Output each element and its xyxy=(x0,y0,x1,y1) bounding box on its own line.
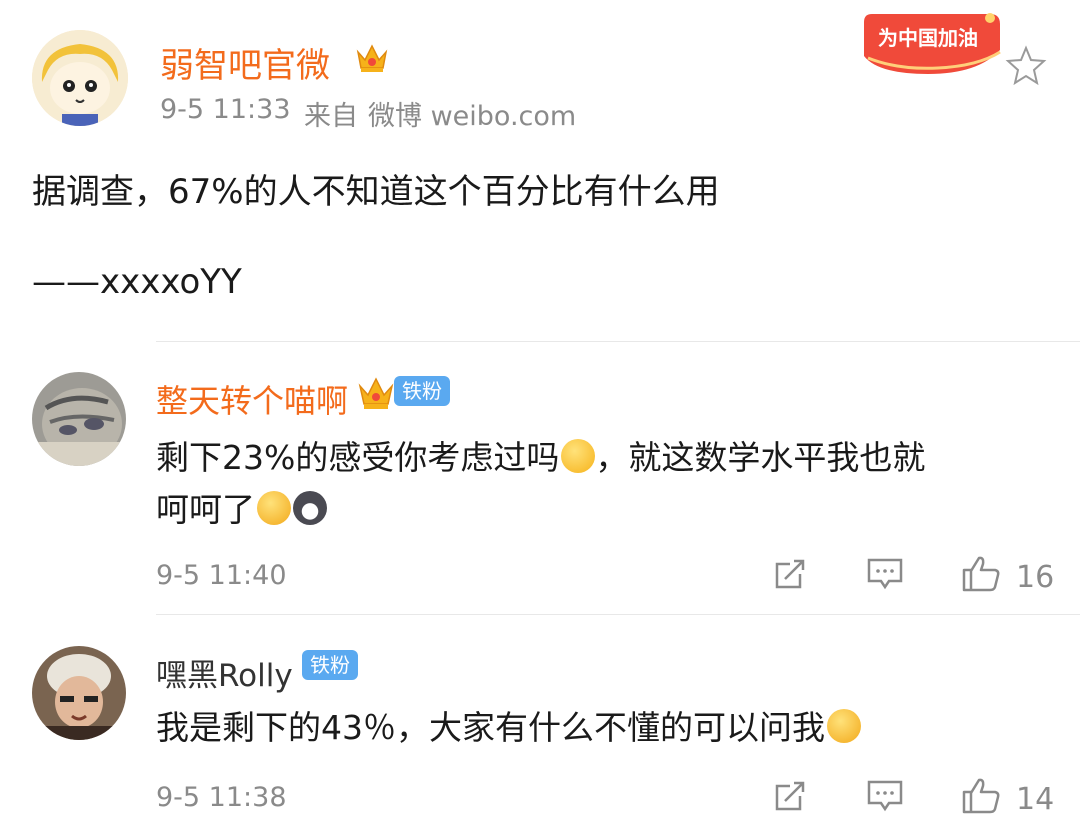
like-count: 16 xyxy=(1016,560,1055,595)
post-signature: ——xxxxoYY xyxy=(32,262,242,302)
comment-avatar[interactable] xyxy=(32,646,126,740)
fan-badge: 铁粉 xyxy=(302,650,358,680)
comment-time: 9-5 11:40 xyxy=(156,560,287,591)
comment-text: 剩下23%的感受你考虑过吗 ，就这数学水平我也就 呵呵了 xyxy=(156,432,1056,536)
share-icon[interactable] xyxy=(772,778,808,818)
comment-icon[interactable] xyxy=(866,556,904,596)
post-source-prefix: 来自 xyxy=(304,101,358,132)
comment-text-part: 呵呵了 xyxy=(156,490,255,529)
post-author-name[interactable]: 弱智吧官微 xyxy=(160,38,330,87)
cheer-banner[interactable]: 为中国加油 xyxy=(858,8,1008,80)
like-icon[interactable] xyxy=(960,552,1002,598)
like-icon[interactable] xyxy=(960,774,1002,820)
comment-text-part: ，就这数学水平我也就 xyxy=(595,438,926,477)
favorite-star-icon[interactable] xyxy=(1004,44,1048,92)
comment-author-name[interactable]: 嘿黑Rolly xyxy=(156,650,293,695)
author-avatar[interactable] xyxy=(32,30,128,126)
post-time: 9-5 11:33 xyxy=(160,94,291,125)
comment-time: 9-5 11:38 xyxy=(156,782,287,813)
smile-emoji-icon xyxy=(561,439,596,473)
divider xyxy=(156,341,1080,342)
comment-text-part: 剩下23%的感受你考虑过吗 xyxy=(156,438,560,477)
comment-text: 我是剩下的43％，大家有什么不懂的可以问我 xyxy=(156,702,1056,754)
share-icon[interactable] xyxy=(772,556,808,596)
crown-icon xyxy=(356,374,396,416)
thinking-emoji-icon xyxy=(257,491,291,525)
husky-emoji-icon xyxy=(293,491,327,525)
comment-author-name[interactable]: 整天转个喵啊 xyxy=(156,376,348,422)
crown-icon xyxy=(354,40,390,80)
kiss-emoji-icon xyxy=(827,709,861,743)
comment-icon[interactable] xyxy=(866,778,904,818)
fan-badge: 铁粉 xyxy=(394,376,450,406)
like-count: 14 xyxy=(1016,782,1055,817)
divider xyxy=(156,614,1080,615)
post-text: 据调查，67%的人不知道这个百分比有什么用 xyxy=(32,172,720,212)
comment-text-part: 我是剩下的43％，大家有什么不懂的可以问我 xyxy=(156,708,825,747)
comment-avatar[interactable] xyxy=(32,372,126,466)
post-source[interactable]: 微博 weibo.com xyxy=(368,94,576,133)
banner-text: 为中国加油 xyxy=(878,26,978,50)
